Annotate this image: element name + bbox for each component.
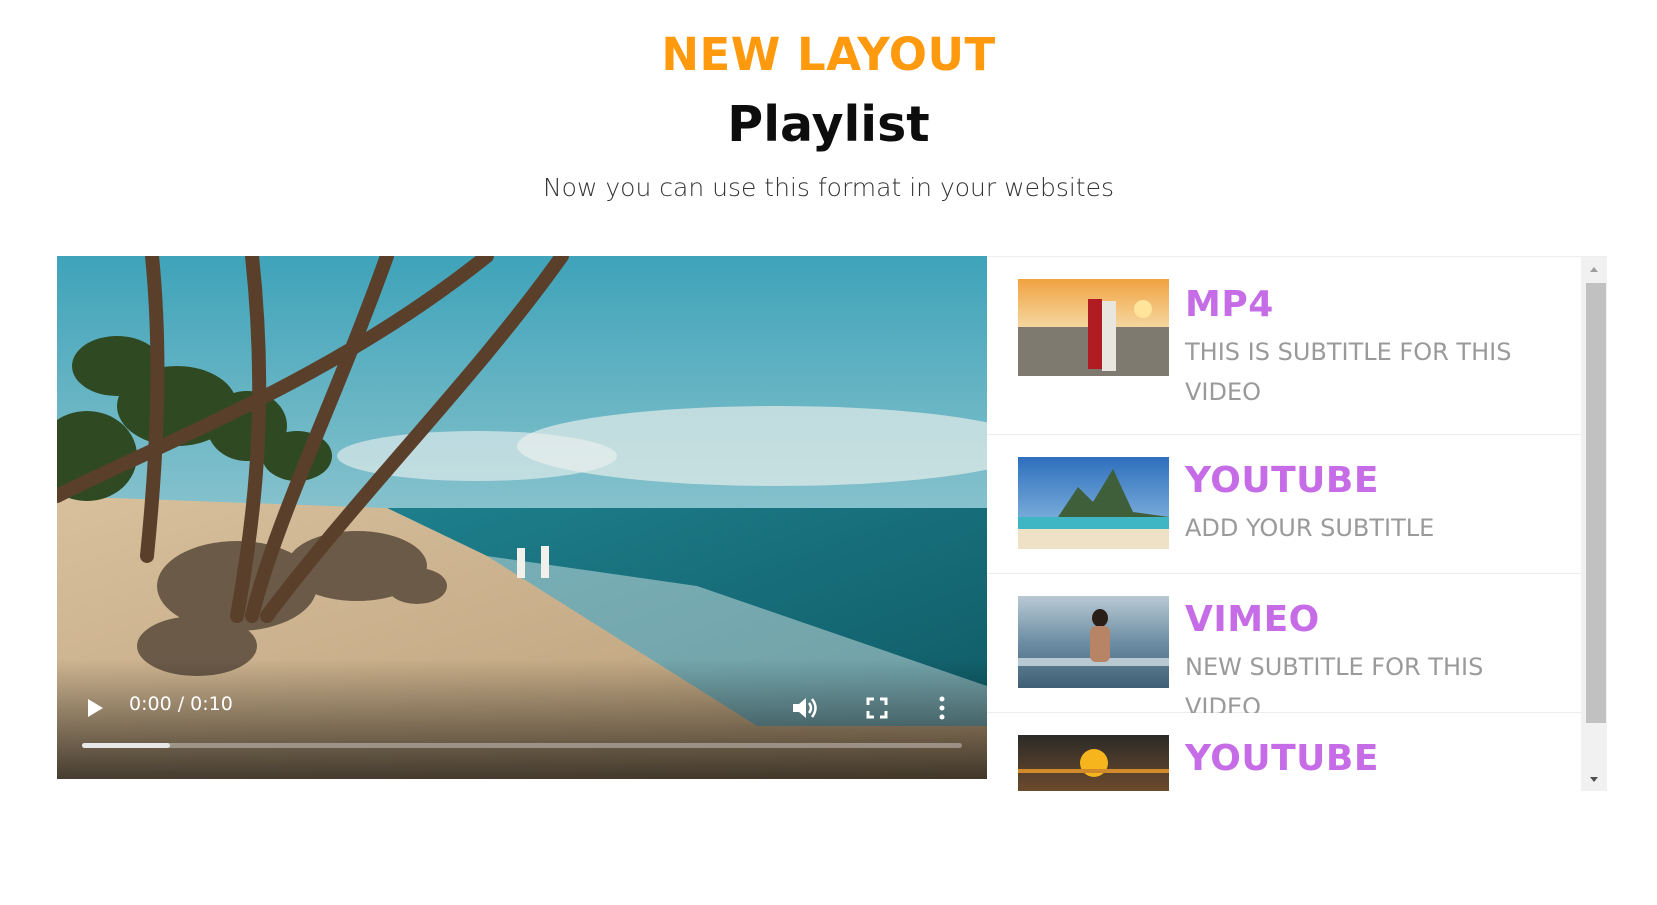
play-button[interactable] [83,696,107,720]
video-player[interactable]: 0:00 / 0:10 [57,256,987,779]
controls-overlay [57,659,987,779]
playlist-item-mp4[interactable]: MP4 THIS IS SUBTITLE FOR THIS VIDEO [987,257,1581,435]
item-title: YOUTUBE [1185,460,1379,501]
video-thumbnail [1018,735,1169,791]
video-thumbnail [1018,596,1169,688]
video-thumbnail [1018,457,1169,549]
volume-icon [793,698,817,718]
playlist-scrollbar[interactable] [1581,257,1607,791]
item-subtitle: THIS IS SUBTITLE FOR THIS VIDEO [1185,338,1512,406]
triangle-down-icon [1590,777,1598,782]
more-options-button[interactable] [937,695,947,721]
scroll-down-button[interactable] [1581,768,1607,791]
item-subtitle: ADD YOUR SUBTITLE [1185,514,1435,542]
scroll-thumb[interactable] [1586,283,1606,723]
page-subtitle: Now you can use this format in your webs… [542,173,1115,202]
volume-button[interactable] [791,695,819,721]
fullscreen-icon [866,697,888,719]
eyebrow-heading: NEW LAYOUT [661,28,996,81]
playlist-item-youtube[interactable]: YOUTUBE [987,713,1581,791]
more-vertical-icon [939,696,945,720]
video-thumbnail [1018,279,1169,376]
page-title: Playlist [727,96,930,153]
playlist-item-vimeo[interactable]: VIMEO NEW SUBTITLE FOR THIS VIDEO [987,574,1581,721]
item-title: MP4 [1185,284,1274,325]
progress-bar[interactable] [82,743,962,748]
playlist-item-youtube[interactable]: YOUTUBE ADD YOUR SUBTITLE [987,435,1581,574]
item-title: VIMEO [1185,599,1320,640]
progress-fill [82,743,170,748]
playlist-panel: MP4 THIS IS SUBTITLE FOR THIS VIDEO YOUT… [987,256,1607,791]
triangle-up-icon [1590,267,1598,272]
time-display: 0:00 / 0:10 [129,693,233,715]
play-icon [88,699,103,717]
fullscreen-button[interactable] [866,697,888,719]
item-title: YOUTUBE [1185,738,1379,779]
scroll-up-button[interactable] [1581,257,1607,281]
